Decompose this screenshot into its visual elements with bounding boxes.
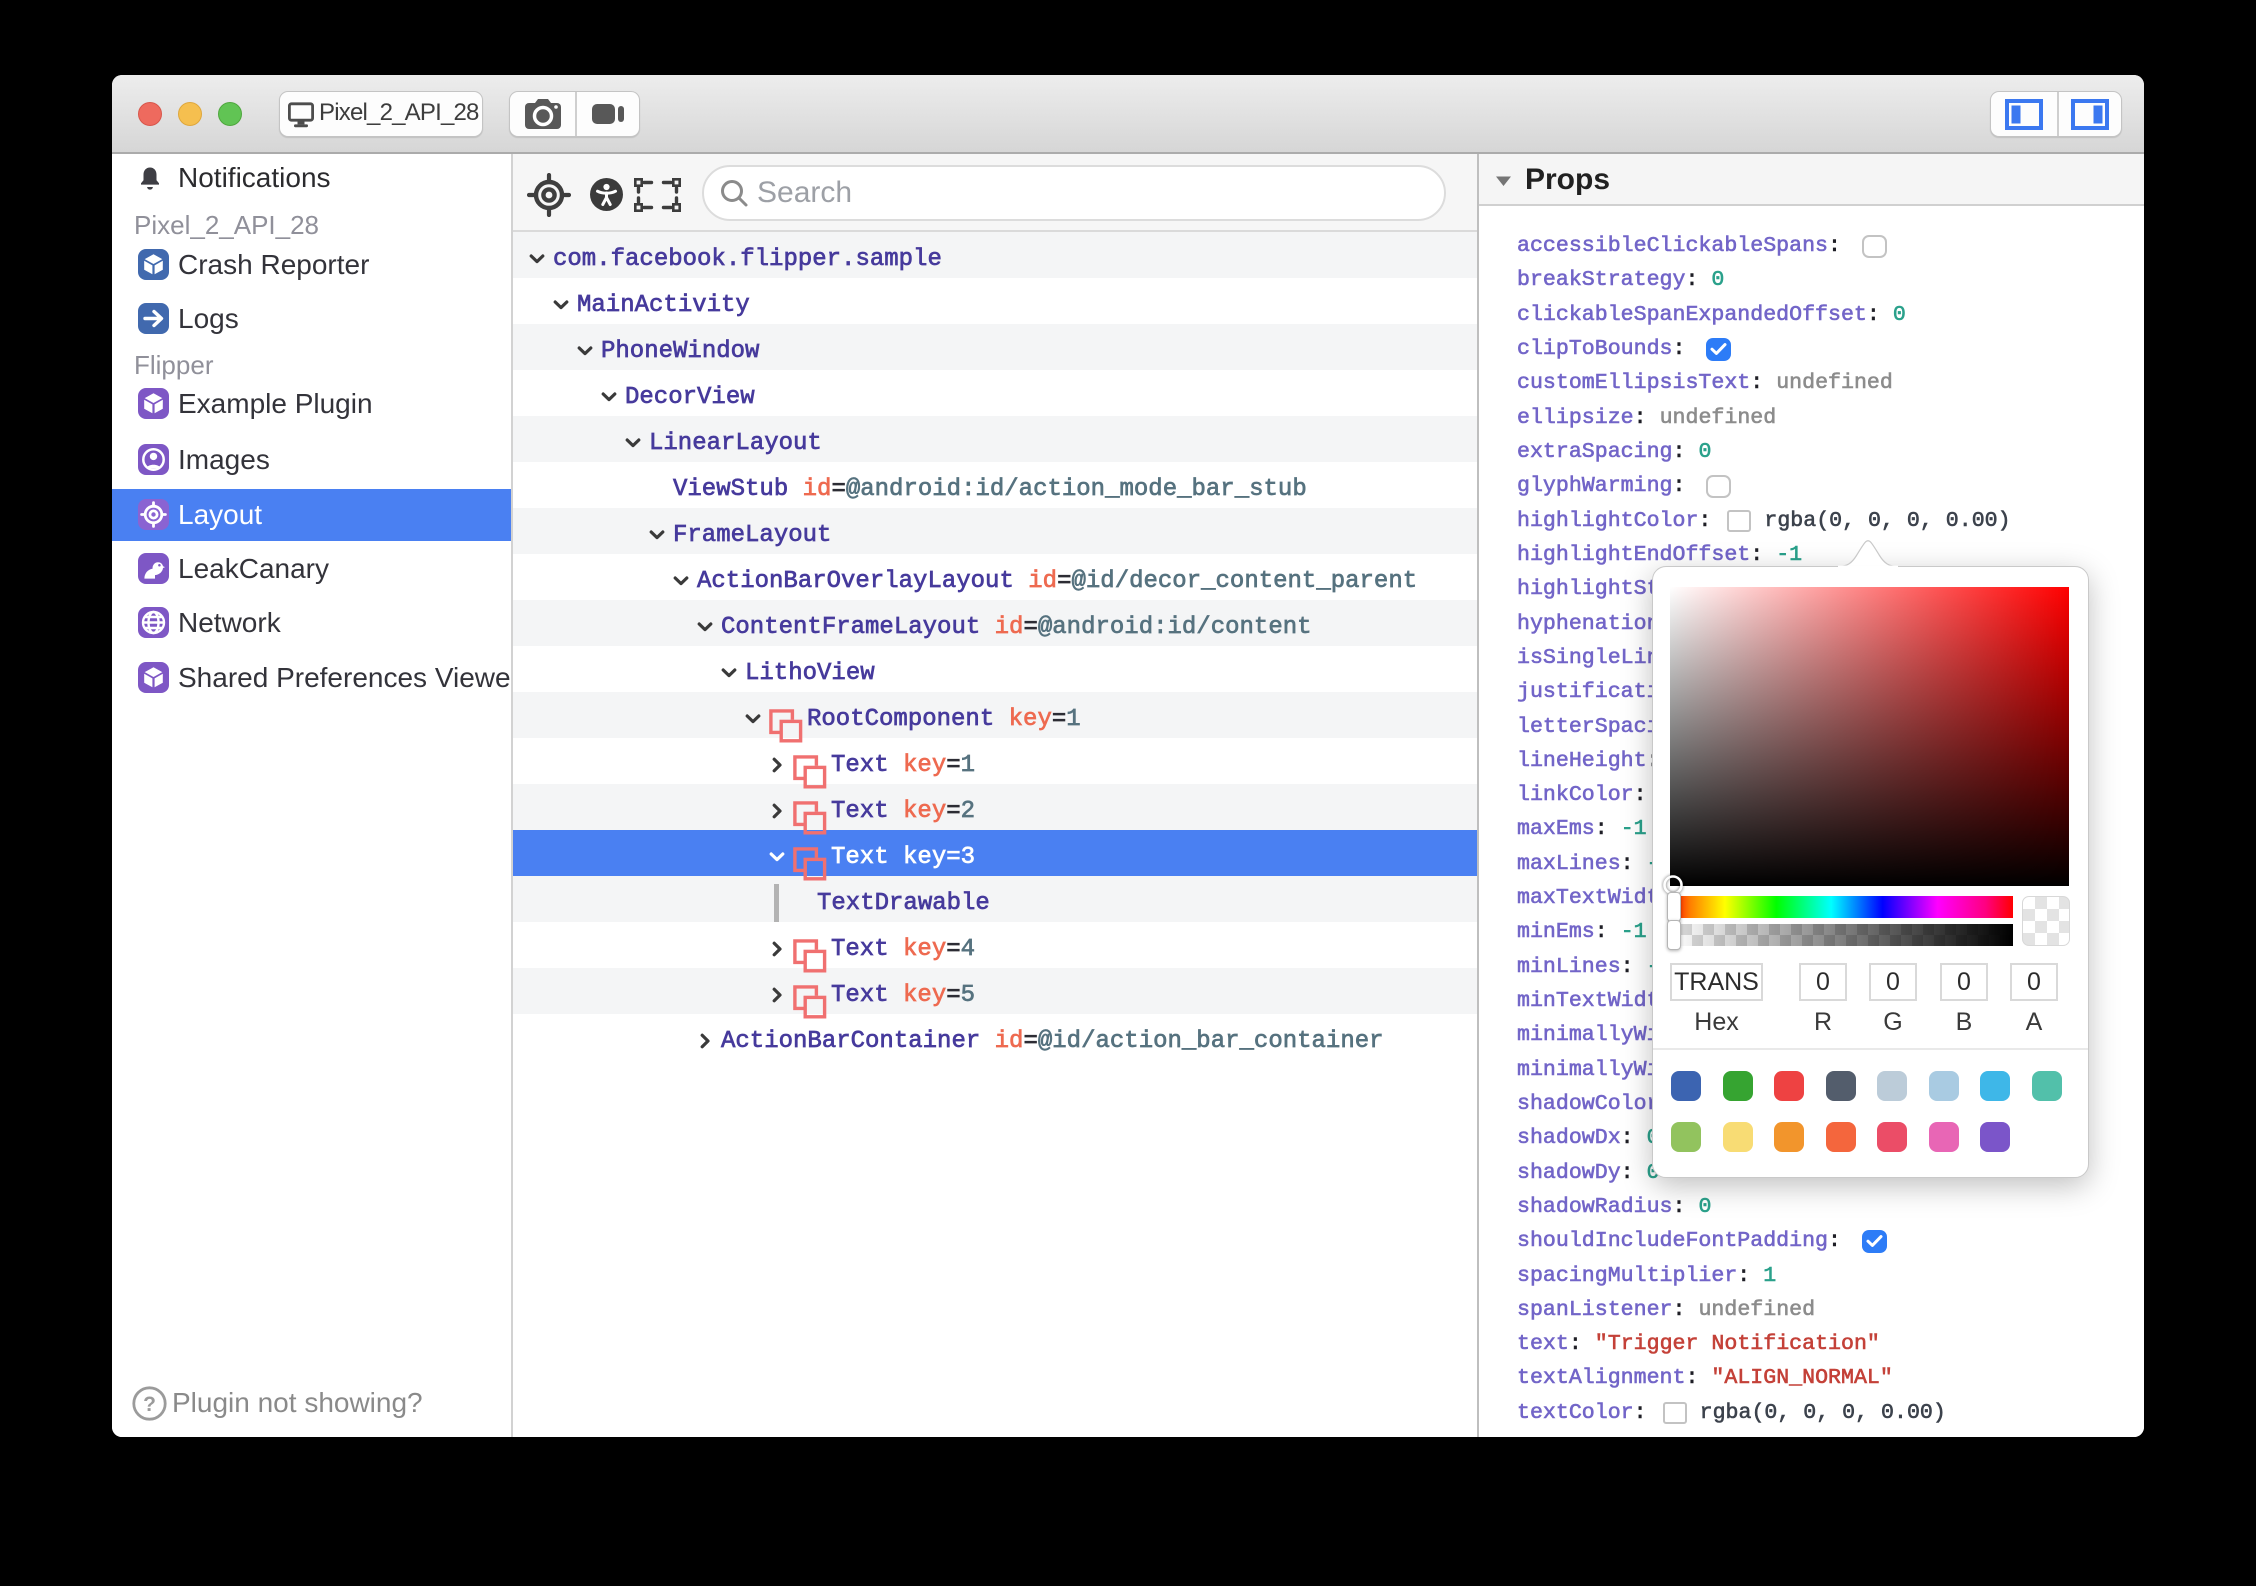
svg-text:?: ?	[143, 1393, 156, 1416]
